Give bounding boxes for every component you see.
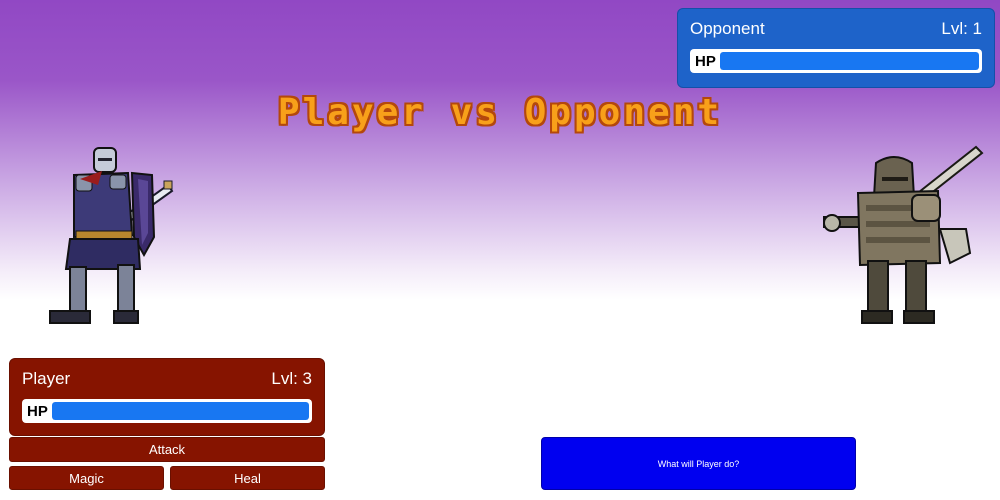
battle-prompt-text: What will Player do? [657, 458, 740, 469]
magic-button[interactable]: Magic [9, 466, 164, 490]
player-knight-sprite [49, 147, 174, 324]
opponent-level: Lvl: 1 [941, 19, 982, 38]
opponent-knight-sprite [823, 145, 984, 324]
opponent-hp-track [719, 52, 979, 70]
opponent-hp-fill [719, 52, 979, 70]
battle-prompt: What will Player do? [541, 437, 856, 490]
opponent-status-panel: Opponent Lvl: 1 HP [677, 8, 995, 88]
player-level: Lvl: 3 [271, 369, 312, 388]
opponent-hp-label: HP [695, 52, 716, 70]
player-hp-track [51, 402, 309, 420]
player-hp-bar: HP [22, 399, 312, 423]
attack-button[interactable]: Attack [9, 437, 325, 462]
opponent-hp-bar: HP [690, 49, 982, 73]
player-hp-fill [51, 402, 309, 420]
player-name: Player [22, 369, 71, 388]
battle-title: Player vs Opponent [277, 92, 723, 133]
heal-button[interactable]: Heal [170, 466, 325, 490]
opponent-name: Opponent [690, 19, 765, 38]
player-status-panel: Player Lvl: 3 HP [9, 358, 325, 436]
player-hp-label: HP [27, 402, 48, 420]
